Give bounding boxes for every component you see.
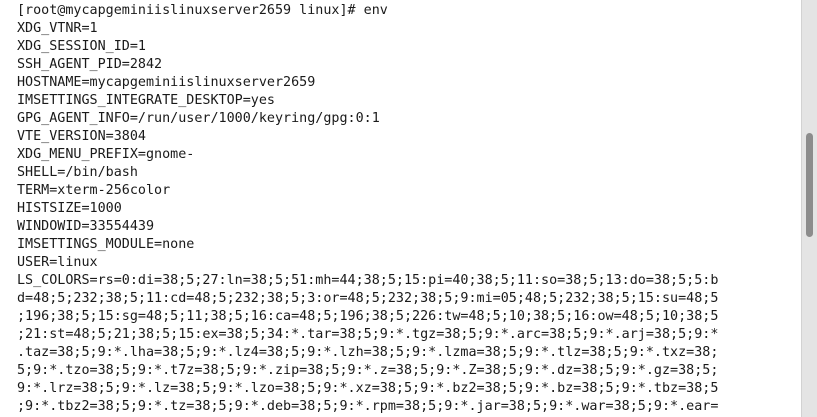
terminal-line: ;9:*.tbz2=38;5;9:*.tz=38;5;9:*.deb=38;5;… — [17, 399, 719, 414]
terminal-line: TERM=xterm-256color — [17, 183, 171, 198]
terminal-line: VTE_VERSION=3804 — [17, 129, 146, 144]
terminal-line: d=48;5;232;38;5;11:cd=48;5;232;38;5;3:or… — [17, 291, 719, 306]
terminal-line: IMSETTINGS_MODULE=none — [17, 237, 195, 252]
terminal-line: SHELL=/bin/bash — [17, 165, 138, 180]
vertical-scrollbar[interactable] — [801, 0, 817, 417]
terminal-line: ;196;38;5;15:sg=48;5;11;38;5;16:ca=48;5;… — [17, 309, 719, 324]
scrollbar-thumb[interactable] — [806, 133, 813, 237]
terminal-line: XDG_MENU_PREFIX=gnome- — [17, 147, 195, 162]
terminal-line: HISTSIZE=1000 — [17, 201, 122, 216]
terminal-line: WINDOWID=33554439 — [17, 219, 155, 234]
terminal-line: GPG_AGENT_INFO=/run/user/1000/keyring/gp… — [17, 111, 380, 126]
terminal-line: 5;9:*.tzo=38;5;9:*.t7z=38;5;9:*.zip=38;5… — [17, 363, 719, 378]
terminal-line: 9:*.lrz=38;5;9:*.lz=38;5;9:*.lzo=38;5;9:… — [17, 381, 719, 396]
terminal-output[interactable]: [root@mycapgeminiislinuxserver2659 linux… — [17, 2, 801, 417]
terminal-line: XDG_VTNR=1 — [17, 21, 98, 36]
terminal-line: LS_COLORS=rs=0:di=38;5;27:ln=38;5;51:mh=… — [17, 273, 719, 288]
terminal-line: USER=linux — [17, 255, 98, 270]
terminal-line: HOSTNAME=mycapgeminiislinuxserver2659 — [17, 75, 316, 90]
terminal-line-prompt: [root@mycapgeminiislinuxserver2659 linux… — [17, 3, 388, 18]
terminal-line: .taz=38;5;9:*.lha=38;5;9:*.lz4=38;5;9:*.… — [17, 345, 719, 360]
terminal-line: SSH_AGENT_PID=2842 — [17, 57, 163, 72]
terminal-line: ;21:st=48;5;21;38;5;15:ex=38;5;34:*.tar=… — [17, 327, 719, 342]
terminal-window[interactable]: [root@mycapgeminiislinuxserver2659 linux… — [0, 0, 817, 417]
terminal-line: IMSETTINGS_INTEGRATE_DESKTOP=yes — [17, 93, 275, 108]
terminal-line: XDG_SESSION_ID=1 — [17, 39, 146, 54]
